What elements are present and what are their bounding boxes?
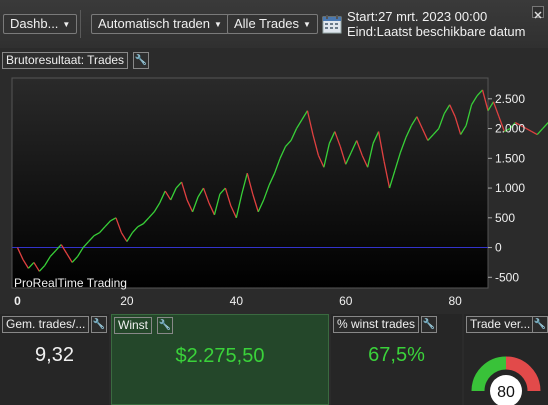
wrench-icon: 🔧 xyxy=(533,319,547,330)
wrench-icon: 🔧 xyxy=(158,320,172,331)
win-pct-value: 67,5% xyxy=(368,344,425,366)
chevron-down-icon: ▼ xyxy=(303,20,311,29)
win-pct-title: % winst trades xyxy=(333,316,420,333)
y-tick-label: 1.000 xyxy=(495,181,525,195)
y-tick-label: 2.000 xyxy=(495,122,525,136)
wrench-icon: 🔧 xyxy=(134,55,148,66)
end-date: Eind:Laatst beschikbare datum xyxy=(347,24,526,39)
equity-segment xyxy=(542,122,548,130)
dashboard-dropdown[interactable]: Dashb... ▼ xyxy=(3,14,78,34)
x-tick-label: 60 xyxy=(339,294,353,308)
x-tick-label: 20 xyxy=(120,294,134,308)
win-pct-panel: % winst trades 🔧 67,5% xyxy=(331,314,462,405)
y-tick-label: 1.500 xyxy=(495,151,525,165)
avg-trades-title: Gem. trades/... xyxy=(2,316,90,333)
equity-segment xyxy=(536,128,544,135)
y-tick-label: -500 xyxy=(495,270,519,284)
toolbar-divider xyxy=(80,10,81,38)
y-tick-label: 500 xyxy=(495,211,515,225)
gauge-value: 80 xyxy=(497,384,515,401)
equity-chart: ProRealTime Trading -500 0 500 1.000 1.500 2.… xyxy=(0,72,548,310)
verdict-gauge: 80 xyxy=(471,356,541,405)
x-tick-label: 0 xyxy=(14,294,21,308)
chevron-down-icon: ▼ xyxy=(62,20,71,29)
chart-settings-button[interactable]: 🔧 xyxy=(133,52,149,69)
win-pct-settings-button[interactable]: 🔧 xyxy=(421,316,437,333)
wrench-icon: 🔧 xyxy=(92,319,106,330)
y-tick-label: 2.500 xyxy=(495,92,525,106)
toolbar: Dashb... ▼ Automatisch traden ▼ Alle Trade… xyxy=(0,0,548,48)
equity-segment xyxy=(487,101,495,112)
mode-label: Automatisch traden xyxy=(98,16,211,31)
trades-filter-label: Alle Trades xyxy=(234,16,300,31)
calendar-icon[interactable] xyxy=(322,14,342,34)
equity-segment xyxy=(531,130,538,136)
close-button[interactable] xyxy=(532,6,544,19)
trade-verdict-settings-button[interactable]: 🔧 xyxy=(532,316,548,333)
trade-verdict-panel: Trade ver... 🔧 80 xyxy=(464,314,548,405)
chart-title: Brutoresultaat: Trades xyxy=(2,52,129,69)
profit-panel: Winst 🔧 $2.275,50 xyxy=(111,314,329,405)
profit-value: $2.275,50 xyxy=(175,345,265,367)
equity-segment xyxy=(525,127,533,133)
watermark: ProRealTime Trading xyxy=(14,276,127,290)
dashboard-label: Dashb... xyxy=(10,16,59,31)
avg-trades-panel: Gem. trades/... 🔧 9,32 xyxy=(0,314,109,405)
chevron-down-icon: ▼ xyxy=(214,20,222,29)
equity-chart-svg: ProRealTime Trading -500 0 500 1.000 1.500 2.… xyxy=(11,77,548,308)
x-tick-label: 40 xyxy=(230,294,244,308)
x-tick-label: 80 xyxy=(448,294,462,308)
avg-trades-settings-button[interactable]: 🔧 xyxy=(91,316,107,333)
profit-settings-button[interactable]: 🔧 xyxy=(157,317,173,334)
trades-filter-dropdown[interactable]: Alle Trades ▼ xyxy=(227,14,318,34)
start-date: Start:27 mrt. 2023 00:00 xyxy=(347,9,488,24)
trade-verdict-title: Trade ver... xyxy=(466,316,535,333)
mode-dropdown[interactable]: Automatisch traden ▼ xyxy=(91,14,229,34)
wrench-icon: 🔧 xyxy=(422,319,436,330)
profit-title: Winst xyxy=(114,317,152,334)
avg-trades-value: 9,32 xyxy=(35,344,74,366)
y-tick-label: 0 xyxy=(495,241,502,255)
close-icon xyxy=(534,11,542,19)
date-range[interactable]: Start:27 mrt. 2023 00:00 Eind:Laatst bes… xyxy=(347,9,526,39)
